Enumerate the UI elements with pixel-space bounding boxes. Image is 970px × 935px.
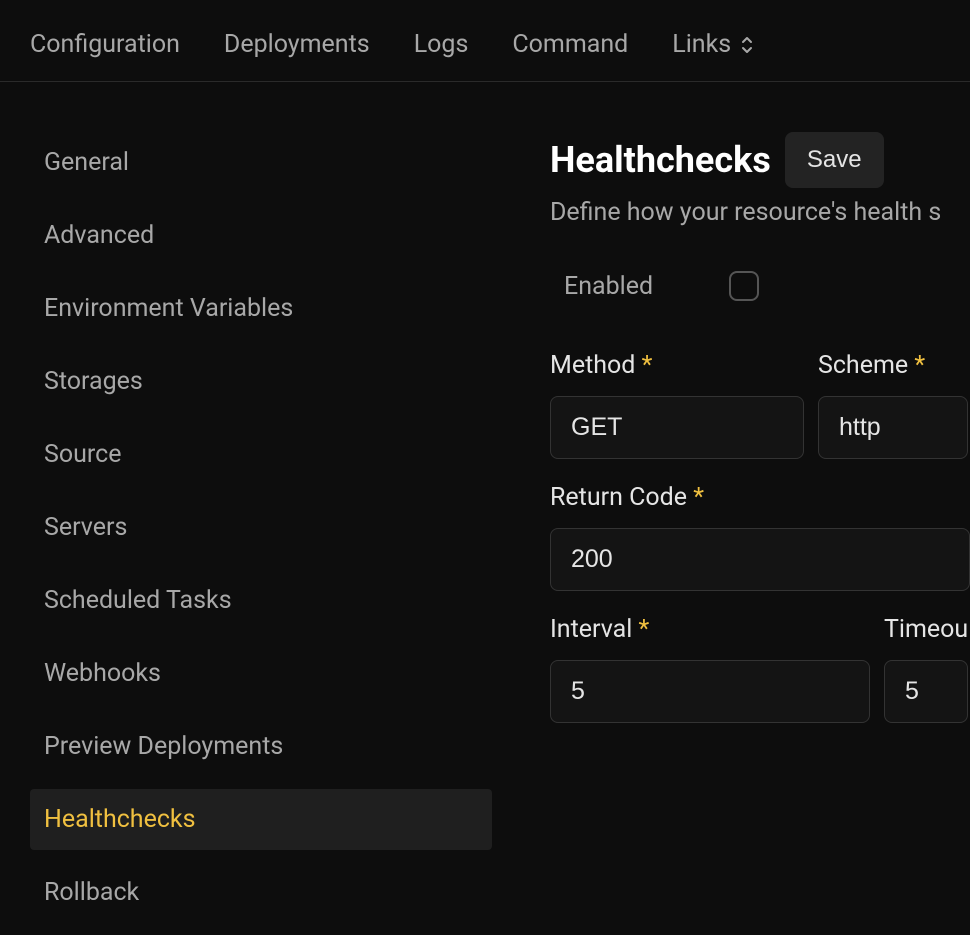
tab-command[interactable]: Command	[512, 30, 628, 59]
required-asterisk: *	[642, 351, 653, 380]
method-label: Method *	[550, 351, 804, 380]
sidebar-item-source[interactable]: Source	[30, 424, 492, 485]
save-button[interactable]: Save	[785, 132, 884, 188]
return-code-label: Return Code *	[550, 483, 970, 512]
sidebar-item-general[interactable]: General	[30, 132, 492, 193]
enabled-row: Enabled	[550, 271, 970, 301]
method-scheme-row: Method * Scheme *	[550, 351, 970, 459]
sidebar-item-environment-variables[interactable]: Environment Variables	[30, 278, 492, 339]
sidebar-item-preview-deployments[interactable]: Preview Deployments	[30, 716, 492, 777]
sidebar-item-label: Preview Deployments	[44, 732, 283, 761]
return-code-row: Return Code *	[550, 483, 970, 591]
required-asterisk: *	[693, 483, 704, 512]
enabled-checkbox[interactable]	[729, 271, 759, 301]
sidebar-item-servers[interactable]: Servers	[30, 497, 492, 558]
sidebar-item-label: Storages	[44, 367, 143, 396]
interval-label: Interval *	[550, 615, 870, 644]
sidebar-item-rollback[interactable]: Rollback	[30, 862, 492, 923]
sidebar-item-label: Advanced	[44, 221, 154, 250]
interval-timeout-row: Interval * Timeou	[550, 615, 970, 723]
sidebar-item-label: Environment Variables	[44, 294, 293, 323]
tab-label: Command	[512, 30, 628, 59]
scheme-field: Scheme *	[818, 351, 968, 459]
content: General Advanced Environment Variables S…	[0, 82, 970, 935]
label-text: Interval	[550, 615, 632, 644]
tab-label: Configuration	[30, 30, 180, 59]
interval-input[interactable]	[550, 660, 870, 723]
sidebar-item-scheduled-tasks[interactable]: Scheduled Tasks	[30, 570, 492, 631]
sidebar-item-label: Servers	[44, 513, 127, 542]
label-text: Timeou	[884, 615, 968, 644]
tab-links[interactable]: Links	[672, 30, 755, 59]
required-asterisk: *	[639, 615, 650, 644]
method-select[interactable]	[550, 396, 804, 459]
timeout-field: Timeou	[884, 615, 968, 723]
tab-label: Logs	[414, 30, 469, 59]
sidebar-item-label: Scheduled Tasks	[44, 586, 232, 615]
enabled-label: Enabled	[564, 272, 653, 301]
label-text: Method	[550, 351, 635, 380]
sidebar-item-storages[interactable]: Storages	[30, 351, 492, 412]
sidebar-item-healthchecks[interactable]: Healthchecks	[30, 789, 492, 850]
page-title: Healthchecks	[550, 139, 771, 181]
tab-configuration[interactable]: Configuration	[30, 30, 180, 59]
method-field: Method *	[550, 351, 804, 459]
label-text: Return Code	[550, 483, 687, 512]
return-code-field: Return Code *	[550, 483, 970, 591]
return-code-input[interactable]	[550, 528, 970, 591]
scheme-label: Scheme *	[818, 351, 968, 380]
main-panel: Healthchecks Save Define how your resour…	[492, 132, 970, 935]
sidebar-item-label: Webhooks	[44, 659, 161, 688]
sidebar-item-webhooks[interactable]: Webhooks	[30, 643, 492, 704]
label-text: Scheme	[818, 351, 908, 380]
top-tabs: Configuration Deployments Logs Command L…	[0, 0, 970, 82]
tab-label: Links	[672, 30, 731, 59]
sidebar-item-label: Healthchecks	[44, 805, 196, 834]
timeout-input[interactable]	[884, 660, 968, 723]
sidebar-item-label: Source	[44, 440, 121, 469]
sidebar-item-label: Rollback	[44, 878, 139, 907]
sidebar-item-label: General	[44, 148, 129, 177]
timeout-label: Timeou	[884, 615, 968, 644]
scheme-select[interactable]	[818, 396, 968, 459]
required-asterisk: *	[914, 351, 925, 380]
page-subtitle: Define how your resource's health s	[550, 198, 970, 227]
interval-field: Interval *	[550, 615, 870, 723]
header-row: Healthchecks Save	[550, 132, 970, 188]
tab-label: Deployments	[224, 30, 370, 59]
chevron-updown-icon	[739, 37, 755, 53]
tab-logs[interactable]: Logs	[414, 30, 469, 59]
sidebar: General Advanced Environment Variables S…	[0, 132, 492, 935]
sidebar-item-advanced[interactable]: Advanced	[30, 205, 492, 266]
tab-deployments[interactable]: Deployments	[224, 30, 370, 59]
